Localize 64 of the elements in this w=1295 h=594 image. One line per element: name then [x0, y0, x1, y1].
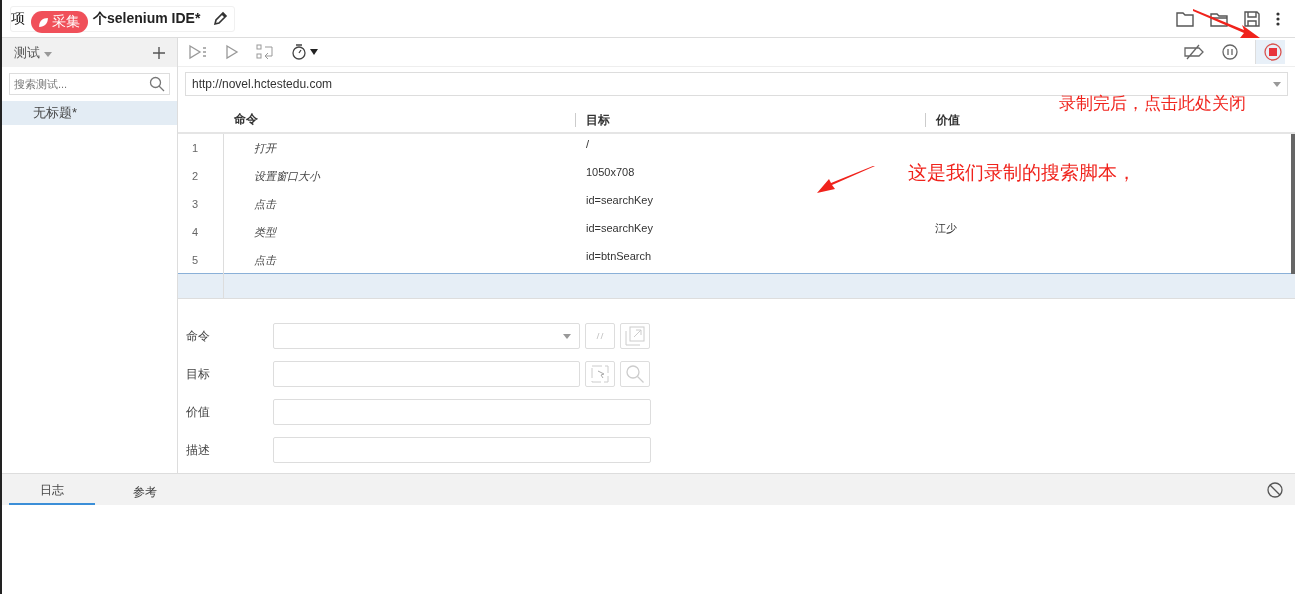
cursor-icon — [591, 365, 609, 383]
caret-icon — [1273, 81, 1281, 87]
table-cell: 点击 — [254, 253, 276, 266]
column-header: 命令 — [234, 112, 258, 126]
table-cell: 设置窗口大小 — [254, 169, 320, 182]
folder-icon[interactable] — [1175, 9, 1195, 28]
field-label: 描述 — [186, 441, 211, 459]
clear-icon[interactable] — [1267, 481, 1283, 498]
table-cell: 类型 — [254, 225, 276, 238]
annotation-text: 这是我们录制的搜索脚本， — [908, 161, 1136, 185]
timer-icon[interactable] — [291, 43, 321, 61]
annotation-arrow — [816, 165, 876, 195]
search-field[interactable]: 搜索测试... — [9, 73, 170, 95]
play-icon[interactable] — [225, 44, 239, 60]
stop-recording-button[interactable] — [1255, 40, 1285, 64]
line-number: 5 — [192, 254, 199, 266]
more-icon[interactable] — [1275, 10, 1281, 27]
caret-icon — [43, 51, 52, 57]
save-icon[interactable] — [1243, 9, 1261, 28]
line-number: 4 — [192, 226, 199, 238]
table-cell: 打开 — [254, 141, 276, 154]
panel-tab[interactable]: 参考 — [102, 479, 188, 505]
comment-off-icon[interactable] — [1183, 44, 1205, 60]
collect-badge[interactable]: 采集 — [31, 11, 88, 33]
field-label: 价值 — [186, 403, 211, 421]
external-link-icon — [625, 326, 645, 346]
annotation-text: 录制完后，点击此处关闭 — [1059, 93, 1246, 115]
table-cell: / — [586, 138, 590, 150]
search-icon — [625, 364, 645, 384]
table-cell: id=searchKey — [586, 194, 653, 206]
line-number: 1 — [192, 142, 199, 154]
pause-icon[interactable] — [1222, 44, 1238, 60]
pencil-icon[interactable] — [212, 10, 229, 27]
annotation-arrow — [1192, 8, 1262, 40]
command-row[interactable]: 4 类型 id=searchKey 江少 — [178, 218, 1295, 246]
input-field[interactable] — [273, 399, 651, 425]
new-command-row[interactable] — [178, 273, 1295, 298]
search-icon — [149, 76, 165, 92]
table-cell: 点击 — [254, 197, 276, 210]
field-label: 命令 — [186, 327, 211, 345]
step-icon[interactable] — [256, 44, 274, 60]
field-label: 目标 — [186, 365, 211, 383]
table-cell: 江少 — [935, 221, 957, 234]
find-target-button[interactable] — [620, 361, 650, 387]
tests-dropdown[interactable]: 测试 — [14, 43, 52, 62]
line-number: 2 — [192, 170, 199, 182]
caret-icon — [563, 333, 571, 339]
project-title: 个selenium IDE* — [93, 9, 201, 28]
test-item[interactable]: 无标题* — [2, 101, 177, 125]
table-cell: id=btnSearch — [586, 250, 652, 262]
line-number: 3 — [192, 198, 199, 210]
project-title: 项 — [11, 9, 25, 28]
run-all-icon[interactable] — [188, 44, 208, 60]
column-header: 目标 — [586, 112, 610, 127]
input-field[interactable] — [273, 361, 580, 387]
column-header: 价值 — [936, 112, 960, 127]
panel-tab[interactable]: 日志 — [9, 477, 95, 505]
table-cell: 1050x708 — [586, 166, 635, 178]
slash-icon — [595, 331, 605, 341]
add-icon[interactable] — [153, 46, 165, 59]
table-cell: id=searchKey — [586, 222, 653, 234]
input-field[interactable] — [273, 437, 651, 463]
command-row[interactable]: 1 打开 / — [178, 134, 1295, 162]
command-row[interactable]: 3 点击 id=searchKey — [178, 190, 1295, 218]
